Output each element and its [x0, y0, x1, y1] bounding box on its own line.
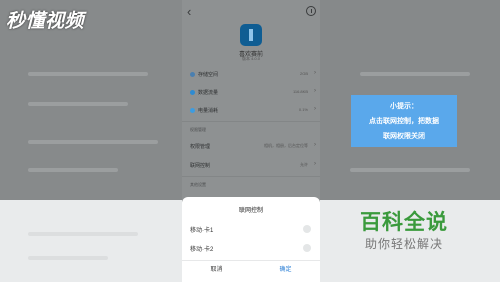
chevron-right-icon: ›	[314, 70, 316, 76]
permission-management-row[interactable]: 权限管理 相机，相册，后台定位等 ›	[182, 140, 320, 153]
blurred-line	[28, 102, 128, 106]
battery-icon	[190, 108, 195, 113]
row-label: 权限管理	[190, 144, 211, 150]
option-label: 移动·卡1	[190, 228, 214, 234]
row-value: 2GB	[299, 71, 308, 76]
sim2-toggle[interactable]	[303, 244, 311, 252]
row-value: 0.1%	[298, 107, 308, 112]
dialog-title: 联网控制	[238, 208, 263, 214]
brand-logo-title: 百科全说	[360, 211, 448, 234]
blurred-line	[28, 72, 148, 76]
app-version: 版本 4.0.0	[241, 56, 260, 61]
section-header-permissions: 权限管理	[190, 127, 206, 132]
confirm-button[interactable]: 确定	[251, 263, 320, 277]
row-label: 电量消耗	[198, 108, 219, 114]
option-label: 移动·卡2	[190, 247, 214, 253]
blurred-line	[360, 72, 470, 76]
chevron-right-icon: ›	[314, 142, 316, 148]
blurred-line	[28, 140, 158, 144]
data-usage-row[interactable]: 数据流量 116.8KB ›	[182, 86, 320, 99]
storage-row[interactable]: 存储空间 2GB ›	[182, 68, 320, 81]
chevron-right-icon: ›	[314, 161, 316, 167]
sim2-option[interactable]: 移动·卡2	[182, 241, 320, 255]
blurred-line	[350, 168, 470, 172]
dialog-button-divider	[182, 260, 320, 261]
row-value: 允许	[300, 162, 308, 167]
blurred-line	[28, 256, 108, 260]
data-usage-icon	[190, 90, 195, 95]
divider	[182, 176, 320, 177]
sim1-toggle[interactable]	[303, 225, 311, 233]
screen: 秒懂视频 ‹ 喜欢赛前 版本 4.0.0 存储空间 2GB › 数据流量 116…	[0, 0, 500, 282]
battery-row[interactable]: 电量消耗 0.1% ›	[182, 104, 320, 117]
tip-title: 小提示：	[390, 103, 418, 110]
chevron-right-icon: ›	[314, 88, 316, 94]
sim1-option[interactable]: 移动·卡1	[182, 222, 320, 236]
row-label: 存储空间	[198, 72, 219, 78]
divider	[182, 121, 320, 122]
network-control-row[interactable]: 联网控制 允许 ›	[182, 159, 320, 172]
cancel-button[interactable]: 取消	[182, 263, 251, 277]
row-value: 116.8KB	[292, 89, 308, 94]
blurred-line	[28, 168, 118, 172]
brand-subtitle: 助你轻松解决	[364, 237, 443, 251]
row-label: 联网控制	[190, 163, 211, 169]
info-icon[interactable]	[306, 6, 316, 16]
app-icon	[240, 24, 262, 46]
background-dialog-band-left	[0, 200, 182, 282]
storage-icon	[190, 72, 195, 77]
watermark-logo: 秒懂视频	[6, 11, 85, 32]
blurred-line	[28, 232, 138, 236]
tip-box: 小提示： 点击联网控制，把数据 联网权限关闭	[351, 95, 457, 147]
section-header-other: 其他设置	[190, 182, 206, 187]
chevron-right-icon: ›	[314, 106, 316, 112]
chevron-left-icon[interactable]: ‹	[187, 5, 199, 19]
row-label: 数据流量	[198, 90, 219, 96]
row-value: 相机，相册，后台定位等	[264, 143, 308, 148]
tip-text-line: 联网权限关闭	[383, 133, 425, 140]
top-bar: ‹	[182, 0, 320, 26]
tip-text-line: 点击联网控制，把数据	[369, 118, 439, 125]
